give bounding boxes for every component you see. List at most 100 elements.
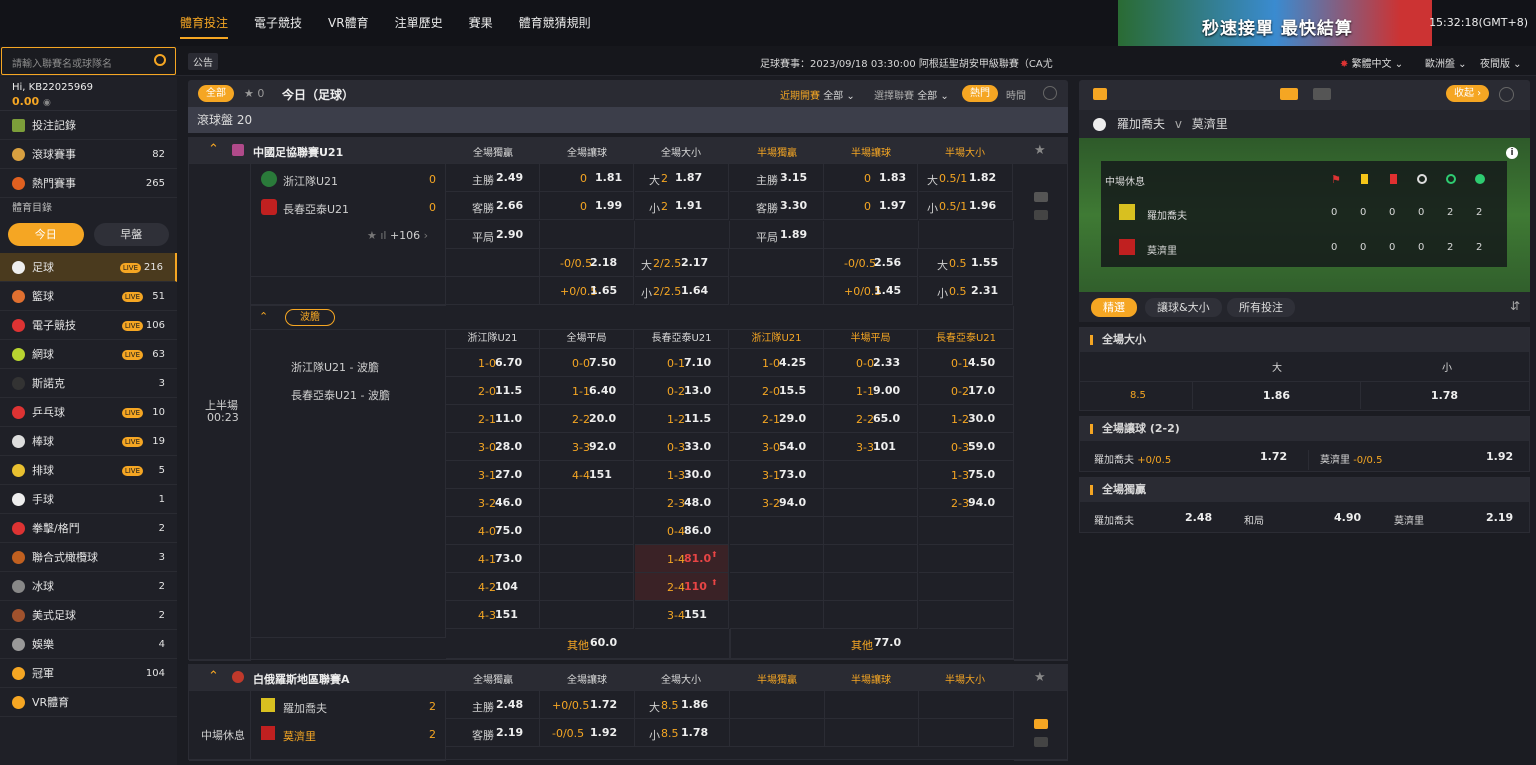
odds-value[interactable]: 3.15 — [780, 171, 807, 184]
cs-cell[interactable]: 0-1 4.50 — [919, 349, 1014, 377]
cs-cell[interactable]: 3-4 151 — [635, 601, 729, 629]
cs-cell[interactable]: 4-0 75.0 — [446, 517, 540, 545]
cs-cell[interactable]: 1-3 30.0 — [635, 461, 729, 489]
cs-odds[interactable]: 92.0 — [589, 440, 616, 453]
cs-odds[interactable]: 7.50 — [589, 356, 616, 369]
odds-cell[interactable]: 0 1.81 — [540, 164, 634, 192]
over-odds[interactable]: 1.86 — [1192, 382, 1360, 409]
live-stream-icon[interactable] — [1034, 210, 1048, 220]
tab-featured[interactable]: 精選 — [1091, 298, 1137, 317]
cs-cell[interactable]: 0-2 13.0 — [635, 377, 729, 405]
other-half[interactable]: 其他 77.0 — [730, 629, 1014, 659]
under-odds[interactable]: 1.78 — [1360, 382, 1528, 409]
sport-item[interactable]: 電子競技 LIVE 106 — [0, 311, 177, 340]
scoreboard-icon[interactable] — [1280, 88, 1298, 100]
cs-odds[interactable]: 73.0 — [779, 468, 806, 481]
sport-item[interactable]: 拳擊/格鬥 2 — [0, 514, 177, 543]
odds-cell[interactable]: 主勝 2.49 — [446, 164, 540, 192]
cs-odds[interactable]: 6.70 — [495, 356, 522, 369]
nav-esports[interactable]: 電子競技 — [254, 14, 302, 39]
sport-item[interactable]: 手球 1 — [0, 485, 177, 514]
odds-cell[interactable]: 客勝 2.19 — [446, 719, 540, 747]
cs-odds[interactable]: 94.0 — [779, 496, 806, 509]
refresh-icon[interactable] — [1043, 86, 1057, 100]
cs-cell[interactable]: 2-2 20.0 — [540, 405, 634, 433]
cs-odds[interactable]: 104 — [495, 580, 518, 593]
odds-cell[interactable]: 平局 2.90 — [446, 221, 540, 249]
favorite-filter[interactable]: ★ 0 — [244, 87, 264, 100]
odds-value[interactable]: 1.86 — [681, 698, 708, 711]
cs-odds[interactable]: 81.0 — [684, 552, 711, 565]
star-icon[interactable]: ★ — [1034, 670, 1046, 685]
odds-value[interactable]: 2.17 — [681, 256, 708, 269]
cs-cell[interactable]: 3-3 101 — [824, 433, 918, 461]
odds-value[interactable]: 1.82 — [969, 171, 996, 184]
tv-icon[interactable] — [1093, 88, 1107, 100]
filter-all-button[interactable]: 全部 — [198, 85, 234, 102]
sidebar-hot[interactable]: 熱門賽事 265 — [0, 169, 177, 198]
cs-odds[interactable]: 20.0 — [589, 412, 616, 425]
cs-cell[interactable]: 3-0 54.0 — [730, 433, 824, 461]
odds-cell[interactable]: +0/0.5 1.65 — [540, 277, 634, 305]
cs-cell[interactable]: 0-1 7.10 — [635, 349, 729, 377]
cs-odds[interactable]: 17.0 — [968, 384, 995, 397]
ml-away-odds[interactable]: 2.19 — [1486, 511, 1513, 524]
cs-cell[interactable]: 4-4 151 — [540, 461, 634, 489]
sport-item[interactable]: 棒球 LIVE 19 — [0, 427, 177, 456]
sport-item[interactable]: 美式足球 2 — [0, 601, 177, 630]
odds-cell[interactable]: 小 0.5 2.31 — [919, 277, 1013, 305]
sort-hot-button[interactable]: 熱門 — [962, 85, 998, 102]
odds-cell[interactable]: 大 2 1.87 — [635, 164, 729, 192]
refresh-icon[interactable] — [1499, 87, 1514, 102]
star-icon[interactable]: ★ — [367, 229, 380, 242]
cs-cell[interactable]: 3-3 92.0 — [540, 433, 634, 461]
cs-cell[interactable]: 2-0 15.5 — [730, 377, 824, 405]
other-full-odds[interactable]: 60.0 — [590, 636, 617, 649]
odds-value[interactable]: 1.91 — [675, 199, 702, 212]
cs-cell[interactable]: 1-2 11.5 — [635, 405, 729, 433]
odds-cell[interactable]: 0 1.99 — [540, 192, 634, 220]
league-filter[interactable]: 選擇聯賽 全部 ⌄ — [874, 87, 949, 102]
odds-cell[interactable]: -0/0.5 1.92 — [540, 719, 635, 747]
chevron-up-icon[interactable]: ⌃ — [259, 310, 268, 323]
cs-cell[interactable]: 2-0 11.5 — [446, 377, 540, 405]
league-header-2[interactable]: ⌃ 白俄羅斯地區聯賽A 全場獨贏 全場讓球 全場大小 半場獨贏 半場讓球 半場大小 ★ — [188, 664, 1068, 690]
odds-value[interactable]: 1.78 — [681, 726, 708, 739]
cs-cell[interactable]: 4-3 151 — [446, 601, 540, 629]
sport-item[interactable]: 排球 LIVE 5 — [0, 456, 177, 485]
other-full[interactable]: 其他 60.0 — [446, 629, 730, 659]
cs-odds[interactable]: 15.5 — [779, 384, 806, 397]
odds-value[interactable]: 2.49 — [496, 171, 523, 184]
cs-odds[interactable]: 46.0 — [495, 496, 522, 509]
cs-cell[interactable]: 0-0 7.50 — [540, 349, 634, 377]
cs-cell[interactable]: 2-1 29.0 — [730, 405, 824, 433]
cs-cell[interactable]: 3-0 28.0 — [446, 433, 540, 461]
odds-cell[interactable]: 大 8.5 1.86 — [635, 691, 730, 719]
odds-cell[interactable]: 小 0.5/1 1.96 — [919, 192, 1013, 220]
odds-value[interactable]: 1.55 — [971, 256, 998, 269]
cs-odds[interactable]: 11.0 — [495, 412, 522, 425]
odds-value[interactable]: 1.96 — [969, 199, 996, 212]
odds-cell[interactable]: +0/0.5 1.45 — [824, 277, 918, 305]
odds-cell[interactable]: 客勝 3.30 — [730, 192, 824, 220]
cs-odds[interactable]: 73.0 — [495, 552, 522, 565]
sport-item[interactable]: 聯合式橄欖球 3 — [0, 543, 177, 572]
scoreboard-icon[interactable] — [1034, 192, 1048, 202]
handicap-away[interactable]: 莫濟里 -0/0.5 — [1320, 451, 1382, 466]
cs-cell[interactable]: 2-3 94.0 — [919, 489, 1014, 517]
odds-format-select[interactable]: 歐洲盤 ⌄ — [1425, 55, 1467, 70]
cs-cell[interactable]: 2-3 48.0 — [635, 489, 729, 517]
odds-value[interactable]: 1.45 — [874, 284, 901, 297]
info-icon[interactable]: i — [1506, 147, 1518, 159]
cs-cell[interactable]: 1-4 81.0 ⬆ — [635, 545, 729, 573]
expand-icon[interactable]: ⇵ — [1510, 299, 1520, 313]
sport-item[interactable]: 娛樂 4 — [0, 630, 177, 659]
cs-odds[interactable]: 75.0 — [495, 524, 522, 537]
cs-odds[interactable]: 59.0 — [968, 440, 995, 453]
cs-odds[interactable]: 27.0 — [495, 468, 522, 481]
odds-value[interactable]: 1.87 — [675, 171, 702, 184]
cs-odds[interactable]: 30.0 — [968, 412, 995, 425]
odds-cell[interactable]: -0/0.5 2.18 — [540, 249, 634, 277]
announcement-label[interactable]: 公告 — [188, 53, 218, 70]
odds-value[interactable]: 1.97 — [879, 199, 906, 212]
